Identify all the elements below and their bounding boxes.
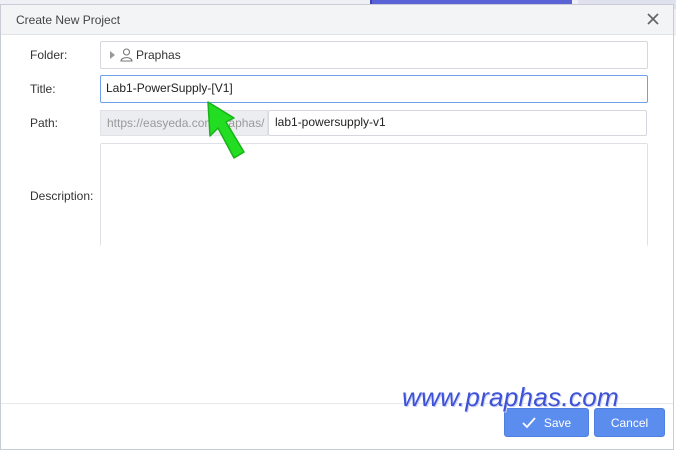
title-label: Title:	[30, 82, 56, 96]
dialog-titlebar: Create New Project	[1, 5, 673, 35]
path-field-wrapper	[268, 110, 647, 136]
cancel-button-label: Cancel	[610, 415, 649, 430]
save-button-label: Save	[543, 415, 572, 430]
folder-value: Praphas	[136, 48, 181, 62]
description-input[interactable]	[101, 144, 647, 247]
user-icon	[120, 48, 133, 62]
watermark: www.praphas.com	[402, 382, 619, 412]
path-label: Path:	[30, 116, 59, 130]
folder-selector[interactable]: Praphas	[100, 41, 648, 69]
description-label: Description:	[30, 189, 94, 203]
folder-label: Folder:	[30, 48, 68, 62]
close-icon[interactable]	[645, 11, 661, 27]
dialog-title: Create New Project	[16, 13, 121, 27]
check-icon	[522, 416, 536, 428]
title-input[interactable]	[101, 76, 636, 100]
expand-caret-icon[interactable]	[110, 51, 115, 59]
green-pointer-arrow-icon	[207, 101, 245, 159]
path-input[interactable]	[269, 111, 635, 133]
description-field-wrapper	[100, 143, 648, 247]
title-field-wrapper	[100, 75, 648, 103]
